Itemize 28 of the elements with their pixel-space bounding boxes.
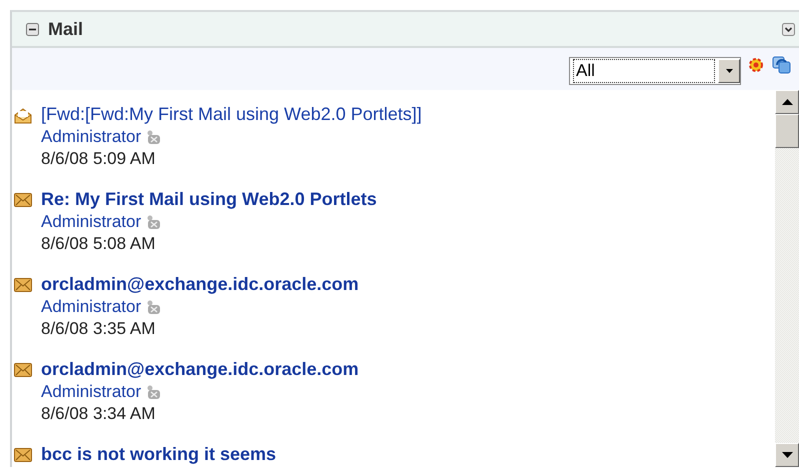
refresh-icon[interactable] — [771, 54, 793, 76]
collapse-toggle-icon[interactable] — [26, 22, 39, 36]
sender-name[interactable]: Administrator — [41, 127, 142, 147]
scroll-down-icon[interactable] — [775, 443, 799, 467]
scrollbar[interactable] — [775, 90, 799, 467]
sender-name[interactable]: Administrator — [41, 212, 142, 232]
mail-date: 8/6/08 3:34 AM — [41, 403, 156, 425]
mail-subject-link[interactable]: bcc is not working it seems — [41, 442, 276, 466]
presence-icon — [145, 299, 162, 315]
mail-subject-link[interactable]: Re: My First Mail using Web2.0 Portlets — [41, 187, 377, 211]
portlet-menu-icon[interactable] — [782, 22, 795, 36]
new-mail-icon[interactable] — [747, 56, 765, 74]
mail-date: 8/6/08 3:35 AM — [41, 318, 156, 340]
filter-dropdown[interactable]: All — [569, 57, 741, 85]
scroll-up-icon[interactable] — [775, 90, 799, 114]
mail-subject-link[interactable]: orcladmin@exchange.idc.oracle.com — [41, 272, 359, 296]
presence-icon — [145, 384, 162, 400]
presence-icon — [145, 214, 162, 230]
scroll-thumb[interactable] — [775, 114, 799, 148]
mail-date: 8/6/08 5:09 AM — [41, 148, 156, 170]
portlet-title: Mail — [48, 18, 84, 40]
sender-name[interactable]: Administrator — [41, 382, 142, 402]
presence-icon — [145, 129, 162, 145]
mail-subject-link[interactable]: [Fwd:[Fwd:My First Mail using Web2.0 Portlets]] — [41, 102, 422, 126]
caret-icon[interactable] — [724, 68, 734, 74]
sender-name[interactable]: Administrator — [41, 297, 142, 317]
mail-date: 8/6/08 5:08 AM — [41, 233, 156, 255]
mail-subject-link[interactable]: orcladmin@exchange.idc.oracle.com — [41, 357, 359, 381]
